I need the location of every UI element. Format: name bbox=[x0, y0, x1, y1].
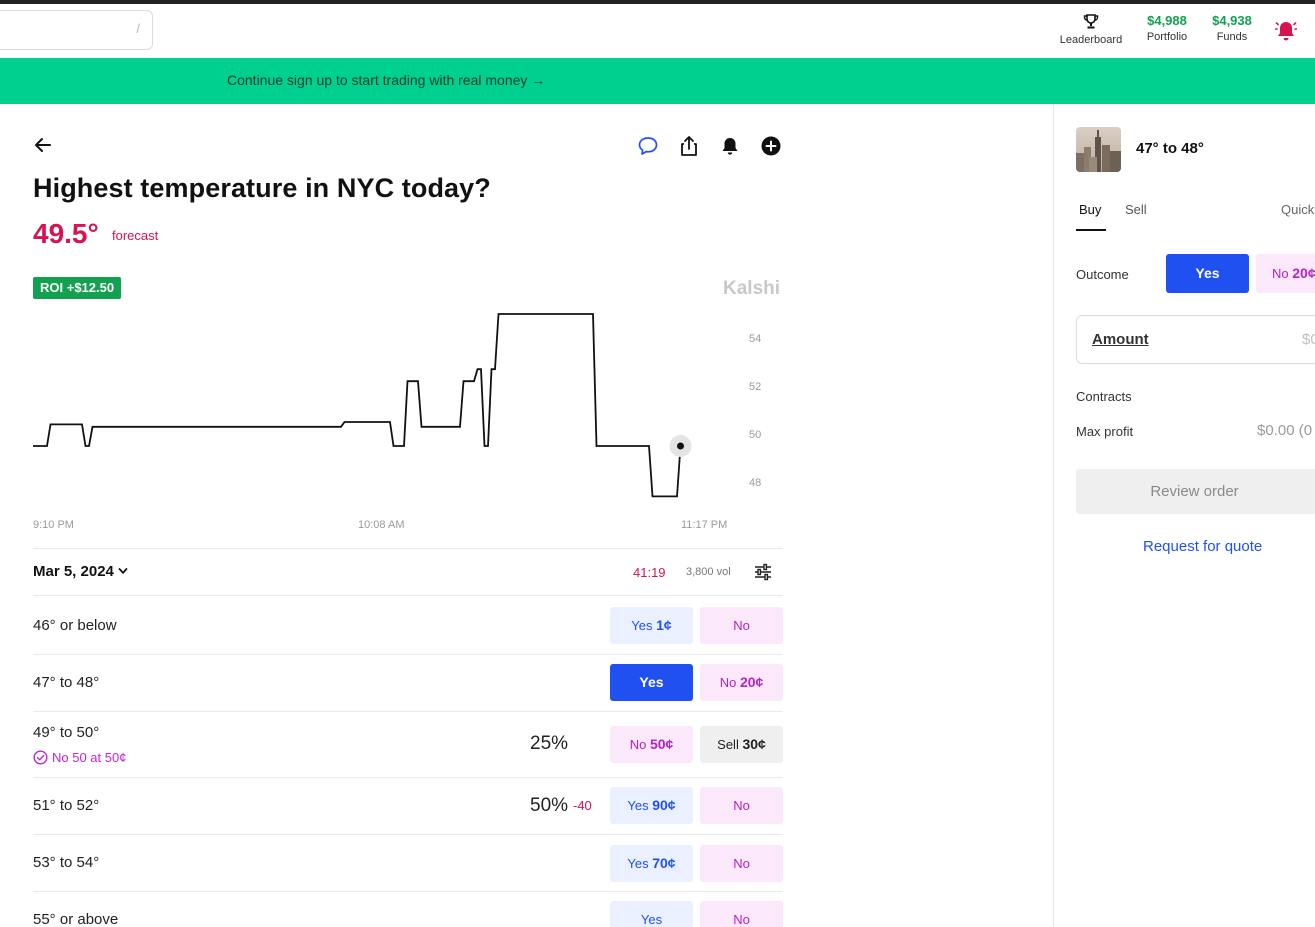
contracts-label: Contracts bbox=[1076, 389, 1132, 404]
divider bbox=[33, 777, 783, 778]
y-tick-label: 54 bbox=[749, 333, 761, 345]
probability-change-51-52: -40 bbox=[573, 798, 592, 813]
signup-banner[interactable]: Continue sign up to start trading with r… bbox=[0, 58, 1315, 104]
trade-panel-title: 47° to 48° bbox=[1136, 140, 1204, 157]
yes-button-46-below[interactable]: Yes 1¢ bbox=[610, 607, 693, 644]
divider bbox=[33, 595, 783, 596]
outcome-yes-toggle[interactable]: Yes bbox=[1166, 254, 1249, 293]
kalshi-watermark: Kalshi bbox=[723, 278, 781, 299]
x-tick-label: 10:08 AM bbox=[358, 519, 404, 531]
nav-leaderboard[interactable]: Leaderboard bbox=[1056, 12, 1126, 46]
outcome-field-label: Outcome bbox=[1076, 267, 1129, 282]
funds-value: $4,938 bbox=[1212, 13, 1252, 28]
outcome-label-49-50: 49° to 50° bbox=[33, 724, 100, 741]
market-title: Highest temperature in NYC today? bbox=[33, 173, 491, 203]
divider bbox=[33, 711, 783, 712]
trophy-icon bbox=[1083, 14, 1099, 29]
no-button-53-54[interactable]: No bbox=[700, 845, 783, 882]
search-input[interactable]: / bbox=[0, 10, 153, 50]
review-order-button[interactable]: Review order bbox=[1076, 469, 1315, 514]
top-header: / Leaderboard $4,988 Portfolio $4,938 Fu… bbox=[0, 4, 1315, 58]
outcome-label-51-52: 51° to 52° bbox=[33, 797, 100, 814]
max-profit-label: Max profit bbox=[1076, 424, 1134, 439]
portfolio-value: $4,988 bbox=[1147, 13, 1187, 28]
sell-button-49-50[interactable]: Sell 30¢ bbox=[700, 726, 783, 763]
yes-button-55-above[interactable]: Yes bbox=[610, 901, 693, 927]
active-tab-indicator bbox=[1076, 229, 1106, 231]
bell-icon[interactable] bbox=[719, 135, 741, 157]
date-dropdown-label: Mar 5, 2024 bbox=[33, 563, 114, 580]
nav-funds[interactable]: $4,938 Funds bbox=[1206, 13, 1258, 43]
check-circle-icon bbox=[33, 750, 48, 765]
amount-placeholder: $0 bbox=[1302, 331, 1315, 348]
notification-bell-icon[interactable] bbox=[1275, 19, 1297, 43]
market-thumbnail bbox=[1076, 127, 1121, 172]
no-button-47-48[interactable]: No 20¢ bbox=[700, 664, 783, 701]
chevron-down-icon bbox=[118, 568, 128, 574]
amount-label: Amount bbox=[1092, 331, 1149, 348]
divider bbox=[33, 891, 783, 892]
outcome-probability-49-50: 25% bbox=[530, 733, 569, 754]
outcome-label-47-48: 47° to 48° bbox=[33, 674, 100, 691]
signup-banner-text[interactable]: Continue sign up to start trading with r… bbox=[227, 72, 545, 88]
panel-divider bbox=[1053, 104, 1054, 927]
outcome-no-toggle[interactable]: No 20¢ bbox=[1256, 254, 1315, 293]
no-button-51-52[interactable]: No bbox=[700, 787, 783, 824]
series-line-temperature bbox=[33, 313, 682, 498]
no-button-55-above[interactable]: No bbox=[700, 901, 783, 927]
yes-button-51-52[interactable]: Yes 90¢ bbox=[610, 787, 693, 824]
tab-buy[interactable]: Buy bbox=[1079, 202, 1101, 217]
comment-icon[interactable] bbox=[637, 135, 659, 157]
forecast-label: forecast bbox=[112, 228, 159, 243]
divider bbox=[33, 548, 783, 549]
max-profit-value: $0.00 (0 bbox=[1257, 422, 1313, 439]
outcome-probability-51-52: 50% bbox=[530, 795, 569, 816]
outcome-label-53-54: 53° to 54° bbox=[33, 854, 100, 871]
funds-label: Funds bbox=[1216, 31, 1248, 43]
back-arrow-icon[interactable] bbox=[33, 135, 53, 155]
divider bbox=[33, 654, 783, 655]
nav-portfolio[interactable]: $4,988 Portfolio bbox=[1141, 13, 1193, 43]
outcome-label-55-above: 55° or above bbox=[33, 911, 119, 927]
last-point-marker[interactable] bbox=[677, 442, 684, 450]
date-dropdown[interactable]: Mar 5, 2024 bbox=[33, 563, 128, 580]
y-tick-label: 48 bbox=[749, 477, 761, 489]
forecast-value: 49.5° bbox=[33, 218, 99, 249]
portfolio-label: Portfolio bbox=[1146, 31, 1188, 43]
price-chart[interactable]: 48 50 52 54 9:10 PM 10:08 AM 11:17 PM bbox=[20, 300, 790, 540]
volume-stat: 3,800 vol bbox=[686, 566, 731, 578]
no-button-46-below[interactable]: No bbox=[700, 607, 783, 644]
amount-input[interactable]: Amount $0 bbox=[1076, 315, 1315, 364]
y-tick-label: 50 bbox=[749, 429, 761, 441]
position-note: No 50 at 50¢ bbox=[33, 750, 126, 765]
request-for-quote-link[interactable]: Request for quote bbox=[1143, 538, 1262, 555]
position-note-text: No 50 at 50¢ bbox=[52, 750, 127, 765]
x-tick-label: 9:10 PM bbox=[33, 519, 74, 531]
tab-quick[interactable]: Quick bbox=[1281, 202, 1314, 217]
roi-badge: ROI +$12.50 bbox=[33, 277, 122, 299]
sliders-icon[interactable] bbox=[753, 562, 773, 582]
countdown-timer: 41:19 bbox=[633, 565, 666, 580]
nav-leaderboard-label: Leaderboard bbox=[1059, 34, 1123, 46]
search-shortcut-hint: / bbox=[136, 21, 140, 36]
add-circle-icon[interactable] bbox=[760, 135, 782, 157]
yes-button-53-54[interactable]: Yes 70¢ bbox=[610, 845, 693, 882]
no-button-49-50[interactable]: No 50¢ bbox=[610, 726, 693, 763]
outcome-label-46-below: 46° or below bbox=[33, 617, 117, 634]
x-tick-label: 11:17 PM bbox=[681, 519, 727, 531]
tab-sell[interactable]: Sell bbox=[1125, 202, 1147, 217]
y-tick-label: 52 bbox=[749, 381, 761, 393]
share-icon[interactable] bbox=[678, 135, 700, 157]
yes-button-47-48[interactable]: Yes bbox=[610, 664, 693, 701]
divider bbox=[33, 834, 783, 835]
